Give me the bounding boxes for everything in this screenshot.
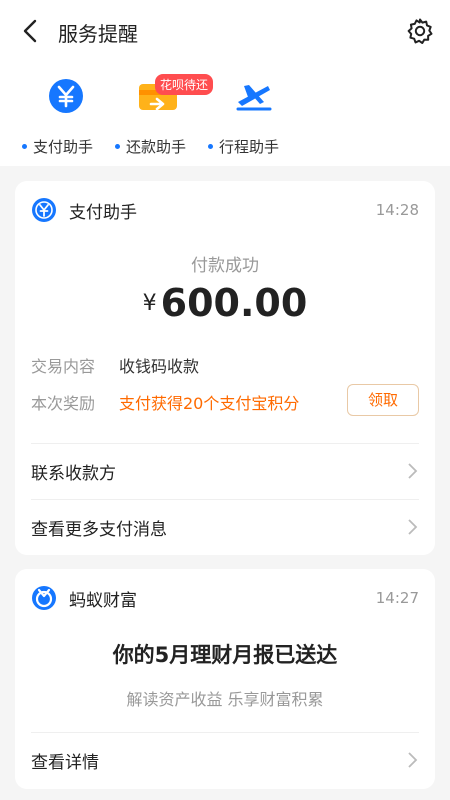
card-source-name: 蚂蚁财富 [69,590,137,611]
payment-amount: ¥600.00 [15,281,435,325]
assistant-label-repayment: 还款助手 [126,138,187,156]
card-time: 14:27 [375,589,419,607]
report-subline: 解读资产收益 乐享财富积累 [126,690,324,709]
contact-payee-row[interactable]: 联系收款方 [31,443,419,499]
header-bar: 服务提醒 [0,0,450,62]
more-payment-messages-row[interactable]: 查看更多支付消息 [31,499,419,555]
assistant-travel[interactable]: 行程助手 [208,76,318,156]
repayment-due-badge: 花呗待还 [155,74,214,95]
airplane-icon [236,85,272,111]
payment-notification-card: 支付助手 14:28 付款成功 ¥600.00 交易内容 收钱码收款 本次奖励 … [15,181,435,555]
assistant-shortcuts: 支付助手 花呗待还 还款助手 行程助手 [0,62,450,166]
chevron-right-icon [408,752,418,768]
report-headline: 你的5月理财月报已送达 [112,643,338,667]
reward-label: 本次奖励 [31,394,96,413]
card-time: 14:28 [375,201,419,219]
page-title: 服务提醒 [58,22,138,46]
card-source-name: 支付助手 [69,202,137,223]
view-details-row[interactable]: 查看详情 [31,732,419,788]
view-details-label: 查看详情 [31,752,99,773]
more-payment-messages-label: 查看更多支付消息 [31,519,167,540]
assistant-label-payment: 支付助手 [33,138,94,156]
claim-button[interactable]: 领取 [347,384,419,416]
assistant-label-travel: 行程助手 [219,138,280,156]
reward-value: 支付获得20个支付宝积分 [119,394,300,413]
content-label: 交易内容 [31,357,96,376]
chevron-right-icon [408,519,418,535]
unread-dot [22,144,27,149]
payment-status: 付款成功 [191,256,259,276]
unread-dot [115,144,120,149]
back-arrow-icon[interactable] [18,18,44,44]
ant-fortune-logo-icon [32,586,56,610]
content-value: 收钱码收款 [119,357,200,376]
currency-symbol: ¥ [142,291,157,316]
transaction-content-row: 交易内容 收钱码收款 [31,353,199,377]
yen-circle-icon [32,198,56,222]
chevron-right-icon [408,463,418,479]
unread-dot [208,144,213,149]
gear-icon[interactable] [406,17,434,45]
amount-value: 600.00 [160,281,308,325]
yen-circle-icon [49,79,83,113]
wealth-notification-card: 蚂蚁财富 14:27 你的5月理财月报已送达 解读资产收益 乐享财富积累 查看详… [15,569,435,789]
reward-row: 本次奖励 支付获得20个支付宝积分 [31,390,299,414]
contact-payee-label: 联系收款方 [31,463,116,484]
